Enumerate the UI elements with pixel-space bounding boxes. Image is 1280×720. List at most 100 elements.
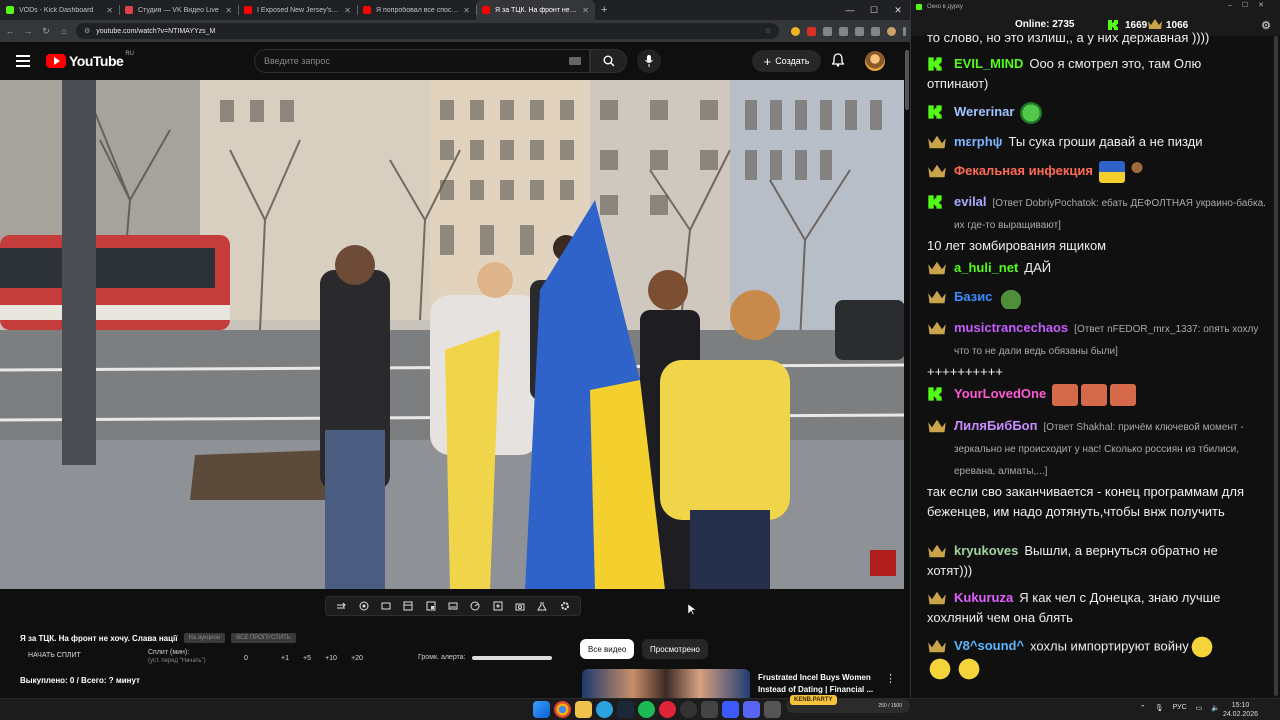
chat-username[interactable]: Kukuruza (954, 590, 1013, 605)
screen-record-icon[interactable] (380, 601, 391, 612)
steam-icon[interactable] (617, 701, 634, 718)
youtube-logo[interactable]: YouTube RU (46, 51, 134, 69)
chat-username[interactable]: EVIL_MIND (954, 56, 1023, 71)
back-icon[interactable]: ← (4, 26, 16, 36)
broadcast-icon[interactable] (358, 601, 369, 612)
chip-all-videos[interactable]: Все видео (580, 639, 635, 659)
recommended-thumbnail[interactable] (582, 669, 750, 698)
close-icon[interactable]: ✕ (463, 6, 470, 15)
chevron-up-icon[interactable]: ⌃ (1140, 704, 1146, 712)
more-options-icon[interactable]: ⋮ (885, 672, 896, 685)
home-icon[interactable]: ⌂ (58, 26, 70, 36)
address-bar: ← → ↻ ⌂ ⚙ youtube.com/watch?v=NTIMAYYzs_… (0, 20, 910, 42)
skip-all-button[interactable]: ВСЕ ПРОПУСТИТЬ (231, 633, 296, 643)
chip-watched[interactable]: Просмотрено (642, 639, 708, 659)
video-title-row: Я за ТЦК. На фронт не хочу. Слава нації … (20, 633, 296, 643)
chat-username[interactable]: musictrancechaos (954, 320, 1068, 335)
url-field[interactable]: ⚙ youtube.com/watch?v=NTIMAYYzs_M ☆ (76, 23, 779, 39)
screenshot-icon[interactable] (515, 601, 526, 612)
start-split-button[interactable]: НАЧАТЬ СПЛИТ (28, 652, 81, 659)
extension-icon[interactable] (791, 26, 800, 36)
recommended-title[interactable]: Frustrated Incel Buys Women Instead of D… (758, 672, 883, 696)
menu-icon[interactable] (16, 52, 30, 70)
film-icon[interactable] (403, 601, 414, 612)
loop-icon[interactable] (336, 601, 347, 612)
flask-icon[interactable] (537, 601, 548, 612)
speed-icon[interactable] (470, 601, 481, 612)
opera-icon[interactable] (659, 701, 676, 718)
kenb-widget[interactable]: KENB.PARTY 250 / 1500 (786, 695, 910, 713)
spotify-icon[interactable] (638, 701, 655, 718)
chat-username[interactable]: V8^sound^ (954, 638, 1024, 653)
crown-badge-icon (927, 163, 947, 185)
media-player-icon[interactable] (722, 701, 739, 718)
notifications-bell-icon[interactable] (832, 53, 844, 67)
browser-tab[interactable]: VODs - Kick Dashboard ✕ (0, 0, 119, 20)
discord-icon[interactable] (743, 701, 760, 718)
maximize-icon[interactable]: ☐ (862, 0, 886, 20)
mic-tray-icon[interactable]: 🎙 (1155, 704, 1164, 712)
chat-username[interactable]: Wererinar (954, 104, 1014, 119)
chat-scrollbar[interactable] (1272, 36, 1280, 698)
alert-volume-slider[interactable] (471, 655, 552, 660)
chrome-icon[interactable] (554, 701, 571, 718)
close-icon[interactable]: ✕ (106, 6, 113, 15)
close-icon[interactable]: ✕ (582, 6, 589, 15)
profile-icon[interactable] (887, 26, 896, 36)
chat-username[interactable]: kryukoves (954, 543, 1018, 558)
browser-tab-active[interactable]: Я за ТЦК. На фронт не хоч ✕ (476, 0, 595, 20)
chat-username[interactable]: evilal (954, 194, 987, 209)
volume-icon[interactable]: 🔈 (1211, 704, 1220, 712)
chat-username[interactable]: Фекальная инфекция (954, 163, 1093, 178)
menu-dots-icon[interactable] (903, 26, 906, 36)
forward-icon[interactable]: → (22, 26, 34, 36)
site-info-icon[interactable]: ⚙ (84, 27, 90, 35)
video-player[interactable] (0, 80, 905, 589)
chat-username[interactable]: ЛиляБибБоп (954, 418, 1037, 433)
close-icon[interactable]: ✕ (225, 6, 232, 15)
browser-tab[interactable]: Я попробовал все способы б✕ (357, 0, 476, 20)
gear-icon[interactable] (559, 601, 570, 612)
extension-icon[interactable] (839, 26, 848, 36)
app-icon[interactable] (701, 701, 718, 718)
keyboard-icon[interactable] (569, 57, 581, 65)
close-window-icon[interactable]: ✕ (886, 0, 910, 20)
picture-in-picture-icon[interactable] (425, 601, 436, 612)
chat-username[interactable]: Базис (954, 289, 992, 304)
browser-tab[interactable]: Студия — VK Видео Live ✕ (119, 0, 238, 20)
split-add-button[interactable]: +5 (296, 655, 318, 662)
add-clip-icon[interactable] (492, 601, 503, 612)
avatar[interactable] (865, 51, 885, 71)
file-explorer-icon[interactable] (575, 701, 592, 718)
auction-button[interactable]: На аукцион (183, 633, 226, 643)
close-icon[interactable]: ✕ (344, 6, 351, 15)
browser-tab[interactable]: I Exposed New Jersey's Jewish ✕ (238, 0, 357, 20)
obs-icon[interactable] (680, 701, 697, 718)
download-icon[interactable] (855, 26, 864, 36)
telegram-icon[interactable] (596, 701, 613, 718)
split-add-button[interactable]: +1 (274, 655, 296, 662)
minimize-icon[interactable]: — (838, 0, 862, 20)
chat-username[interactable]: YourLovedOne (954, 386, 1046, 401)
create-button[interactable]: + Создать (752, 50, 821, 72)
language-indicator[interactable]: РУС (1173, 704, 1187, 712)
extension-icon[interactable] (807, 26, 816, 36)
chat-username[interactable]: mεrphψ (954, 134, 1002, 149)
start-icon[interactable] (533, 701, 550, 718)
network-icon[interactable]: ▭ (1196, 704, 1203, 712)
search-input[interactable]: Введите запрос (254, 49, 590, 73)
split-add-button[interactable]: +20 (344, 655, 370, 662)
extension-icon[interactable] (823, 26, 832, 36)
bookmark-star-icon[interactable]: ☆ (765, 27, 771, 35)
window-controls[interactable]: –☐✕ (1228, 1, 1274, 9)
search-button[interactable] (590, 49, 627, 73)
voice-search-button[interactable] (637, 49, 661, 73)
sidebar-icon[interactable] (871, 26, 880, 36)
clock[interactable]: 15:10 24.02.2026 (1223, 701, 1258, 719)
split-add-button[interactable]: +10 (318, 655, 344, 662)
reload-icon[interactable]: ↻ (40, 26, 52, 37)
subtitles-icon[interactable] (447, 601, 458, 612)
chat-username[interactable]: a_huli_net (954, 260, 1018, 275)
new-tab-icon[interactable]: + (601, 4, 607, 16)
app-icon[interactable] (764, 701, 781, 718)
